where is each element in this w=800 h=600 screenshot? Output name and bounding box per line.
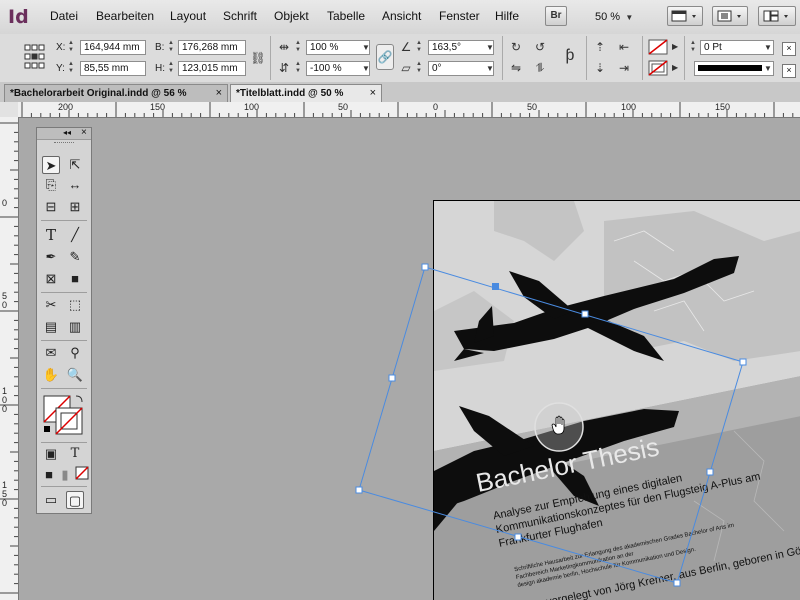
normal-view-icon[interactable]: ▭ <box>42 491 60 509</box>
preview-mode-icon[interactable]: ▢ <box>66 491 84 509</box>
collapse-icon[interactable]: ◂◂ <box>63 128 71 137</box>
separator <box>41 486 87 487</box>
separator <box>41 340 87 341</box>
type-tool-icon[interactable]: T <box>42 226 60 244</box>
apply-gradient-icon[interactable]: ▮ <box>56 466 74 484</box>
content-collector-icon[interactable]: ⊟ <box>42 198 60 216</box>
content-placer-icon[interactable]: ⊞ <box>66 198 84 216</box>
free-transform-tool-icon[interactable]: ⬚ <box>66 296 84 314</box>
note-tool-icon[interactable]: ✉ <box>42 344 60 362</box>
resize-handle[interactable] <box>581 310 589 318</box>
none-swatch-icon <box>75 466 89 480</box>
resize-handle[interactable] <box>739 358 747 366</box>
line-tool-icon[interactable]: ╱ <box>66 226 84 244</box>
gradient-feather-tool-icon[interactable]: ▥ <box>66 318 84 336</box>
tools-panel-header[interactable]: ◂◂ × <box>37 127 91 140</box>
resize-handle[interactable] <box>355 486 363 494</box>
resize-handle[interactable] <box>673 579 681 587</box>
resize-handle[interactable] <box>706 468 714 476</box>
resize-handle[interactable] <box>388 374 396 382</box>
apply-none-icon[interactable] <box>73 466 91 484</box>
gradient-swatch-tool-icon[interactable]: ▤ <box>42 318 60 336</box>
gap-tool-icon[interactable]: ↔ <box>66 176 84 194</box>
separator <box>41 388 87 389</box>
resize-handle[interactable] <box>514 533 522 541</box>
selection-tool-icon[interactable]: ➤ <box>42 156 60 174</box>
hand-tool-icon[interactable]: ✋ <box>42 366 60 384</box>
separator <box>41 292 87 293</box>
page-tool-icon[interactable]: ⎘ <box>42 176 60 194</box>
formatting-text-icon[interactable]: T <box>66 445 84 463</box>
separator <box>41 442 87 443</box>
resize-handle[interactable] <box>421 263 429 271</box>
separator <box>41 220 87 221</box>
pen-tool-icon[interactable]: ✒ <box>42 248 60 266</box>
direct-selection-tool-icon[interactable]: ⇱ <box>66 156 84 174</box>
pencil-tool-icon[interactable]: ✎ <box>66 248 84 266</box>
rectangle-tool-icon[interactable]: ■ <box>66 270 84 288</box>
content-handle[interactable] <box>492 283 499 290</box>
formatting-container-icon[interactable]: ▣ <box>42 445 60 463</box>
selection-overlay <box>355 263 747 587</box>
zoom-tool-icon[interactable]: 🔍 <box>66 366 84 384</box>
fill-stroke-swatch-icon[interactable] <box>42 392 88 438</box>
eyedropper-tool-icon[interactable]: ⚲ <box>66 344 84 362</box>
tools-panel: ◂◂ × ➤ ⇱ ⎘ ↔ ⊟ ⊞ T ╱ ✒ ✎ ⊠ ■ ✂ ⬚ ▤ ▥ ✉ ⚲… <box>36 127 92 514</box>
grip-handle[interactable] <box>54 142 74 145</box>
close-icon[interactable]: × <box>81 127 87 138</box>
rectangle-frame-tool-icon[interactable]: ⊠ <box>42 270 60 288</box>
scissors-tool-icon[interactable]: ✂ <box>42 296 60 314</box>
